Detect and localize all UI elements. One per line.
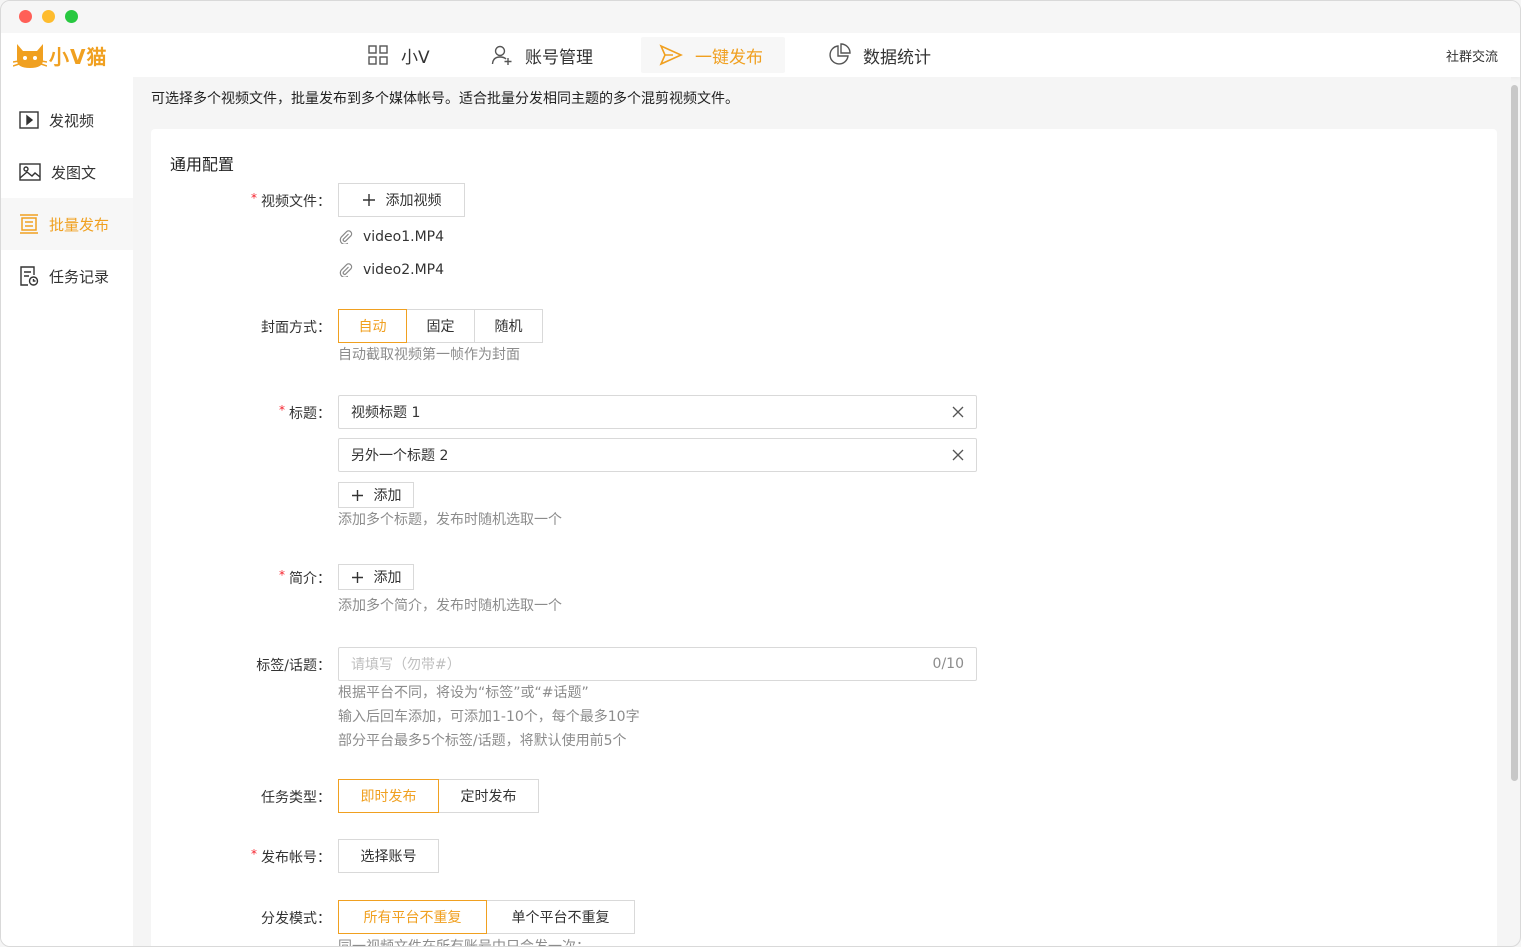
distribution-hint: 同一视频文件在所有账号中只会发一次； — [338, 939, 590, 947]
grid-icon — [368, 45, 388, 65]
task-type-label: 任务类型： — [261, 790, 331, 806]
app-window: 小V猫 小V 账号管理 一键发布 数据统计 社群交流 发视频 发图文 批量发布 … — [0, 0, 1521, 947]
description-label: * 简介： — [279, 568, 331, 587]
plus-icon — [351, 571, 363, 583]
nav-item-label: 一键发布 — [695, 47, 763, 68]
required-mark: * — [279, 403, 285, 417]
sidebar-item-label: 任务记录 — [49, 267, 110, 286]
tags-hint: 输入后回车添加，可添加1-10个，每个最多10字 — [338, 709, 640, 725]
app-logo: 小V猫 — [13, 39, 107, 71]
tags-hint: 根据平台不同，将设为“标签”或“#话题” — [338, 685, 589, 701]
required-mark: * — [251, 191, 257, 205]
distribution-mode-label: 分发模式： — [261, 911, 331, 927]
tags-input-placeholder: 请填写（勿带#） — [351, 657, 461, 673]
top-navigation: 小V猫 小V 账号管理 一键发布 数据统计 社群交流 — [1, 33, 1520, 77]
cover-option-auto[interactable]: 自动 — [338, 309, 407, 343]
vertical-scrollbar[interactable] — [1511, 85, 1518, 781]
app-logo-text: 小V猫 — [49, 44, 108, 69]
task-type-immediate[interactable]: 即时发布 — [338, 779, 439, 813]
clear-icon[interactable] — [952, 406, 964, 418]
clear-icon[interactable] — [952, 449, 964, 461]
add-description-button[interactable]: 添加 — [338, 564, 414, 590]
plus-icon — [362, 194, 375, 206]
file-item: video1.MP4 — [339, 229, 444, 245]
description-hint: 添加多个简介，发布时随机选取一个 — [338, 598, 562, 614]
task-type-selector: 即时发布 定时发布 — [338, 779, 539, 813]
section-title: 通用配置 — [170, 155, 235, 174]
sidebar-item-task-records[interactable]: 任务记录 — [1, 250, 133, 302]
minimize-window-button[interactable] — [42, 10, 55, 23]
page-intro: 可选择多个视频文件，批量发布到多个媒体帐号。适合批量分发相同主题的多个混剪视频文… — [151, 91, 739, 107]
sidebar-item-label: 批量发布 — [49, 215, 110, 234]
sidebar-item-post-image[interactable]: 发图文 — [1, 146, 133, 198]
video-files-label: * 视频文件： — [251, 191, 331, 210]
task-record-icon — [20, 266, 39, 286]
cover-option-fixed[interactable]: 固定 — [406, 309, 475, 343]
cover-option-random[interactable]: 随机 — [474, 309, 543, 343]
cat-logo-icon — [13, 44, 47, 68]
nav-item-label: 小V — [401, 47, 430, 68]
send-icon — [659, 44, 683, 66]
tags-input[interactable]: 请填写（勿带#） 0/10 — [338, 647, 977, 681]
nav-item-statistics[interactable]: 数据统计 — [809, 37, 949, 73]
cover-mode-hint: 自动截取视频第一帧作为封面 — [338, 347, 520, 363]
close-window-button[interactable] — [19, 10, 32, 23]
distribution-single-platform[interactable]: 单个平台不重复 — [486, 900, 635, 934]
tags-hint: 部分平台最多5个标签/话题，将默认使用前5个 — [338, 733, 627, 749]
maximize-window-button[interactable] — [65, 10, 78, 23]
config-card: 通用配置 *视频文件： 添加视频 video1.MP4 video2.MP4 — [151, 129, 1497, 947]
title-label: * 标题： — [279, 403, 331, 422]
user-add-icon — [491, 45, 512, 65]
cover-mode-label: 封面方式： — [261, 320, 331, 336]
sidebar: 发视频 发图文 批量发布 任务记录 — [1, 77, 133, 946]
title-input[interactable]: 另外一个标题 2 — [338, 438, 977, 472]
pie-chart-icon — [829, 43, 851, 65]
sidebar-item-batch-publish[interactable]: 批量发布 — [1, 198, 133, 250]
nav-item-label: 数据统计 — [863, 47, 931, 68]
image-icon — [19, 163, 41, 181]
batch-icon — [20, 214, 38, 234]
nav-item-label: 账号管理 — [525, 47, 593, 68]
file-name: video2.MP4 — [363, 262, 445, 278]
title-hint: 添加多个标题，发布时随机选取一个 — [338, 512, 562, 528]
video-icon — [19, 111, 39, 129]
nav-item-one-click-publish[interactable]: 一键发布 — [641, 37, 785, 73]
file-item: video2.MP4 — [339, 262, 444, 278]
add-video-button[interactable]: 添加视频 — [338, 183, 465, 217]
paperclip-icon — [339, 263, 353, 277]
tags-label: 标签/话题： — [256, 658, 331, 674]
cover-mode-selector: 自动 固定 随机 — [338, 309, 543, 343]
sidebar-item-post-video[interactable]: 发视频 — [1, 94, 133, 146]
add-title-button[interactable]: 添加 — [338, 482, 414, 508]
community-link[interactable]: 社群交流 — [1446, 46, 1498, 65]
required-mark: * — [251, 847, 257, 861]
title-bar — [1, 1, 1520, 33]
title-input-value: 视频标题 1 — [351, 405, 421, 421]
distribution-mode-selector: 所有平台不重复 单个平台不重复 — [338, 900, 635, 934]
file-name: video1.MP4 — [363, 229, 445, 245]
select-account-button[interactable]: 选择账号 — [338, 839, 439, 873]
main-content: 可选择多个视频文件，批量发布到多个媒体帐号。适合批量分发相同主题的多个混剪视频文… — [133, 77, 1511, 947]
nav-item-account-management[interactable]: 账号管理 — [473, 37, 611, 73]
paperclip-icon — [339, 230, 353, 244]
sidebar-item-label: 发图文 — [51, 163, 97, 182]
sidebar-item-label: 发视频 — [49, 111, 95, 130]
nav-item-xiaov[interactable]: 小V — [349, 37, 448, 73]
title-input[interactable]: 视频标题 1 — [338, 395, 977, 429]
distribution-all-platforms[interactable]: 所有平台不重复 — [338, 900, 487, 934]
tags-counter: 0/10 — [932, 656, 964, 672]
task-type-scheduled[interactable]: 定时发布 — [438, 779, 539, 813]
publish-account-label: * 发布帐号： — [251, 847, 331, 866]
plus-icon — [351, 489, 363, 501]
required-mark: * — [279, 568, 285, 582]
title-input-value: 另外一个标题 2 — [351, 448, 449, 464]
